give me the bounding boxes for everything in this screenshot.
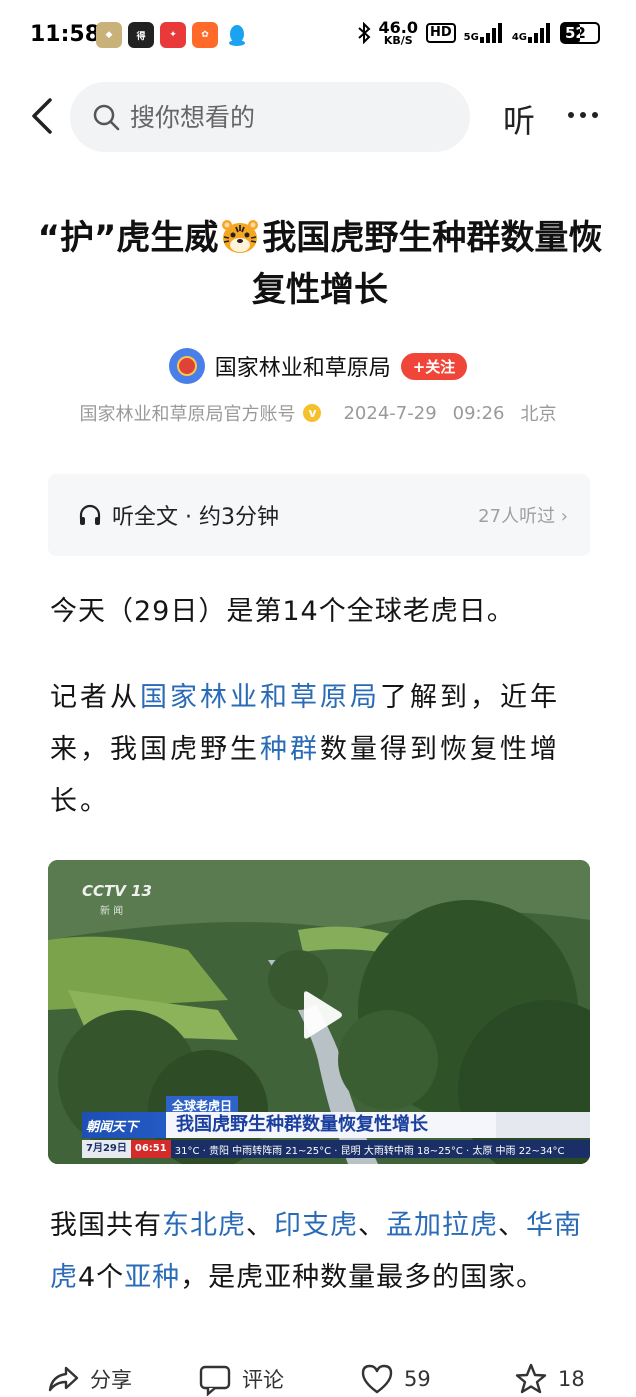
headline-text: 我国虎野生种群数量恢复性增长 (252, 218, 603, 310)
listen-duration-label: 听全文 · 约3分钟 (112, 505, 279, 530)
battery-icon: 52 (560, 22, 600, 44)
publish-date: 2024-7-29 (343, 402, 437, 424)
link-population[interactable]: 种群 (260, 734, 320, 765)
channel-sub-logo: 新 闻 (100, 906, 124, 917)
publish-time: 09:26 (452, 402, 505, 424)
channel-logo: CCTV 13 (82, 882, 152, 900)
share-icon (48, 1366, 79, 1392)
link-bengal-tiger[interactable]: 孟加拉虎 (386, 1210, 498, 1241)
publish-location: 北京 (520, 404, 557, 425)
paragraph: 我国共有东北虎、印支虎、孟加拉虎、华南虎4个亚种，是虎亚种数量最多的国家。 (50, 1210, 582, 1293)
qq-icon (224, 22, 250, 48)
signal-5g-icon: 5G (464, 23, 504, 43)
account-label: 国家林业和草原局官方账号 (79, 404, 296, 425)
link-subspecies[interactable]: 亚种 (124, 1262, 180, 1293)
article-meta: 国家林业和草原局官方账号 v 2024-7-29 09:26 北京 (0, 400, 636, 426)
news-ticker: 7月29日 06:51 31°C · 贵阳 中雨转阵雨 21~25°C · 昆明… (82, 1140, 590, 1158)
notification-app-icon: ✦ (160, 22, 186, 48)
link-amur-tiger[interactable]: 东北虎 (162, 1210, 246, 1241)
verified-icon: v (303, 404, 322, 422)
like-count: 59 (404, 1367, 431, 1391)
status-bar: 11:58 ◆ 得 ✦ ✿ 46.0 KB/S HD 5G 4G 52 (0, 0, 636, 72)
search-bar[interactable] (70, 82, 470, 152)
search-icon (93, 104, 120, 131)
caption-bar: 朝闻天下 我国虎野生种群数量恢复性增长 (82, 1112, 590, 1138)
link-indochinese-tiger[interactable]: 印支虎 (274, 1210, 358, 1241)
notification-app-icon: ◆ (96, 22, 122, 48)
bottom-action-bar: 分享 评论 59 18 (0, 1362, 636, 1397)
status-indicators: 46.0 KB/S HD 5G 4G 52 (357, 18, 600, 47)
signal-4g-icon: 4G (512, 23, 552, 43)
back-arrow-icon[interactable] (26, 96, 62, 136)
star-icon (515, 1363, 547, 1394)
more-options-icon[interactable] (568, 112, 598, 118)
notification-app-icon: ✿ (192, 22, 218, 48)
article-headline: “护”虎生威 我国虎野生种群数量恢复性增长 (30, 212, 610, 316)
author-row: 国家林业和草原局 +关注 (0, 348, 636, 384)
notification-icons: ◆ 得 ✦ ✿ (96, 22, 250, 48)
listen-button[interactable]: 听 (503, 96, 535, 142)
like-button[interactable]: 59 (360, 1362, 431, 1396)
paragraph: 今天（29日）是第14个全球老虎日。 (50, 596, 515, 627)
headline-text: “护”虎生威 (37, 218, 219, 258)
paragraph: 记者从国家林业和草原局了解到，近年来，我国虎野生种群数量得到恢复性增长。 (50, 682, 560, 817)
follow-button[interactable]: +关注 (400, 352, 468, 380)
heart-icon (361, 1364, 393, 1394)
caption-title: 我国虎野生种群数量恢复性增长 (166, 1112, 496, 1138)
bluetooth-icon (357, 22, 370, 44)
comment-button[interactable]: 评论 (198, 1362, 284, 1396)
listen-count[interactable]: 27人听过 › (478, 502, 568, 528)
listen-full-text-bar[interactable]: 听全文 · 约3分钟 27人听过 › (48, 474, 590, 556)
status-time: 11:58 (30, 22, 101, 47)
share-button[interactable]: 分享 (46, 1362, 132, 1396)
favorite-count: 18 (558, 1367, 585, 1391)
search-input[interactable] (130, 102, 430, 132)
favorite-button[interactable]: 18 (514, 1362, 585, 1396)
notification-app-icon: 得 (128, 22, 154, 48)
avatar[interactable] (168, 348, 205, 384)
hd-badge: HD (425, 23, 456, 43)
link-forestry-admin[interactable]: 国家林业和草原局 (140, 682, 380, 713)
comment-icon (199, 1365, 231, 1396)
network-speed: 46.0 KB/S (378, 18, 418, 47)
headphones-icon (79, 504, 101, 525)
play-icon[interactable] (298, 990, 344, 1040)
program-name: 朝闻天下 (86, 1119, 139, 1135)
tiger-face-icon (222, 220, 259, 253)
video-player[interactable]: CCTV 13 新 闻 全球老虎日 朝闻天下 我国虎野生种群数量恢复性增长 7月… (48, 860, 590, 1164)
author-name[interactable]: 国家林业和草原局 (215, 350, 391, 382)
